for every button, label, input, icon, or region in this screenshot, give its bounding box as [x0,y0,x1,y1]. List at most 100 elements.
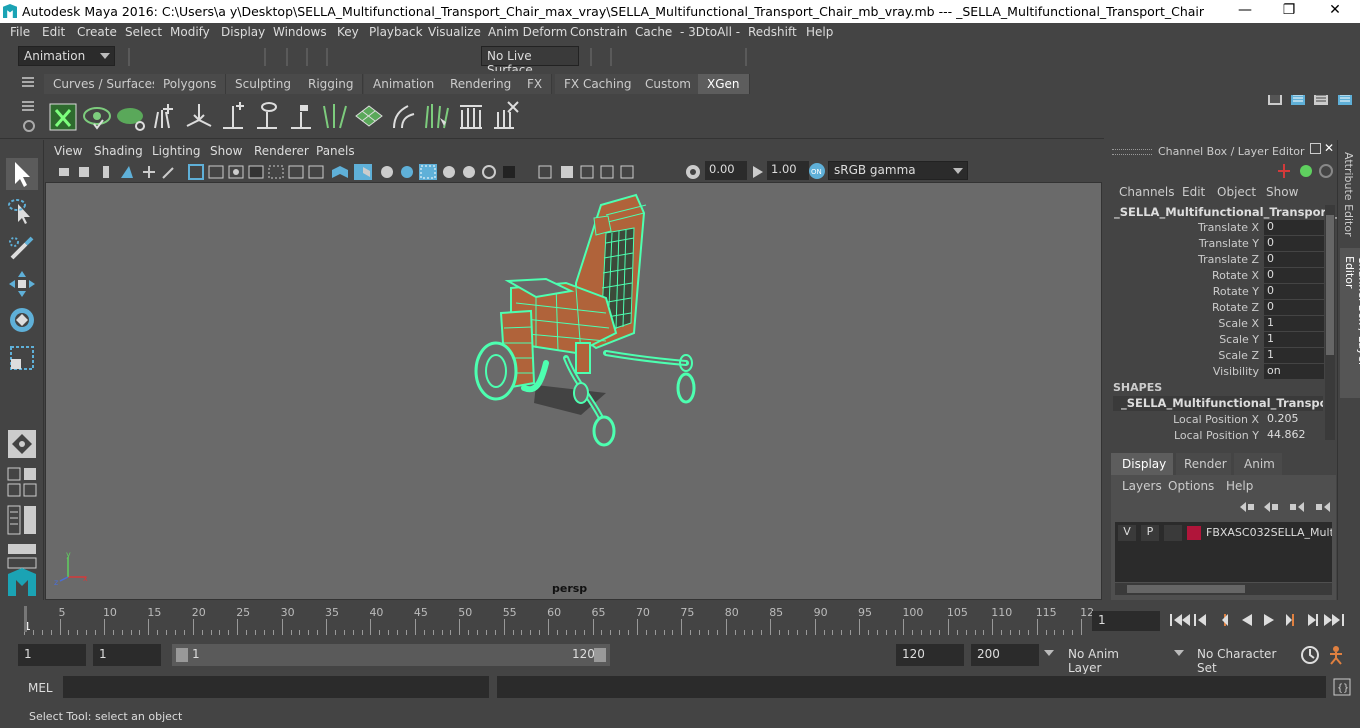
select-tool-icon[interactable] [6,158,38,190]
channel-value[interactable]: on [1264,364,1324,379]
command-input[interactable] [63,676,489,698]
shelf-tab-rigging[interactable]: Rigging [299,74,364,94]
layers-options-menu[interactable]: Options [1168,479,1214,493]
exposure-icon[interactable] [685,164,701,180]
channel-value[interactable]: 0 [1264,220,1324,235]
shelf-menu-icon[interactable] [22,77,34,79]
step-forward-icon[interactable] [1308,614,1318,626]
step-forward-key-icon[interactable] [1286,614,1294,626]
menu-anim-deform[interactable]: Anim Deform [488,25,567,39]
menu-redshift[interactable]: Redshift [748,25,797,39]
float-panel-icon[interactable] [1310,143,1321,154]
color-management-icon[interactable]: ON [808,162,826,180]
minimize-button[interactable]: — [1222,2,1268,18]
channel-row[interactable]: Rotate Y 0 [1110,284,1325,300]
color-space-dropdown[interactable]: sRGB gamma [828,161,968,180]
viewport-menu-lighting[interactable]: Lighting [152,144,201,158]
rotate-tool-icon[interactable] [6,304,38,336]
viewport-toolbar-display-icons[interactable] [441,164,721,180]
layers-menu[interactable]: Layers [1122,479,1162,493]
menu-cache[interactable]: Cache [635,25,672,39]
panel-grip[interactable] [1112,149,1152,155]
channel-row[interactable]: Scale Y 1 [1110,332,1325,348]
xgen-guides-fan-icon[interactable] [320,100,350,132]
lasso-tool-icon[interactable] [6,196,38,228]
gamma-field[interactable]: 1.00 [767,161,809,180]
channel-box-icons[interactable] [1278,162,1334,180]
layer-name[interactable]: FBXASC032SELLA_Multifu [1206,526,1332,539]
menu-display[interactable]: Display [221,25,265,39]
channel-value[interactable]: 0 [1264,284,1324,299]
outliner-layout-icon[interactable] [6,504,38,536]
viewport-menu-panels[interactable]: Panels [316,144,355,158]
xgen-place-guides-icon[interactable] [184,100,214,132]
anim-layer-dropdown[interactable]: No Anim Layer [1062,644,1162,675]
channels-object-menu[interactable]: Object [1217,185,1256,199]
playback-end-field[interactable]: 120 [896,644,964,666]
layer-playback-toggle[interactable]: P [1141,525,1159,541]
scene-start-field[interactable]: 1 [18,644,86,666]
shelf-tab-fx[interactable]: FX [518,74,553,94]
layer-color-swatch[interactable] [1187,526,1201,540]
exposure-field[interactable]: 0.00 [705,161,747,180]
display-layout-icon[interactable] [6,428,38,460]
shelf-tab-animation[interactable]: Animation [364,74,445,94]
channel-box-side-tab[interactable]: Channel Box / Layer Editor [1340,248,1360,398]
xgen-guide-visibility-icon[interactable] [252,100,282,132]
four-view-layout-icon[interactable] [6,466,38,498]
shape-channel-row[interactable]: Local Position Y 44.862 [1110,428,1325,444]
shelf-tab-fx-caching[interactable]: FX Caching [555,74,642,94]
channel-value[interactable]: 1 [1264,316,1324,331]
menu-constrain[interactable]: Constrain [570,25,628,39]
close-panel-icon[interactable]: ✕ [1324,141,1334,155]
menu-modify[interactable]: Modify [170,25,210,39]
layer-visibility-toggle[interactable]: V [1118,525,1136,541]
playback-start-field[interactable]: 1 [93,644,161,666]
channel-value[interactable]: 0 [1264,300,1324,315]
viewport-toolbar-icons[interactable] [57,164,437,180]
menu-select[interactable]: Select [125,25,162,39]
script-editor-icon[interactable]: {} [1333,678,1351,696]
layer-tab-anim[interactable]: Anim [1234,453,1282,475]
shape-channel-value[interactable]: 44.862 [1264,428,1324,443]
channels-show-menu[interactable]: Show [1266,185,1298,199]
scale-tool-icon[interactable] [6,342,38,374]
play-backward-icon[interactable] [1242,614,1252,626]
xgen-delete-guides-icon[interactable] [490,100,520,132]
move-tool-icon[interactable] [6,268,38,300]
command-language-label[interactable]: MEL [28,681,53,695]
layer-tab-render[interactable]: Render [1176,453,1231,475]
shelf-grip-icon[interactable] [22,101,34,103]
shelf-tab-rendering[interactable]: Rendering [441,74,522,94]
channel-row[interactable]: Rotate Z 0 [1110,300,1325,316]
channels-edit-menu[interactable]: Edit [1182,185,1205,199]
channel-row[interactable]: Visibility on [1110,364,1325,380]
channels-menu[interactable]: Channels [1119,185,1175,199]
menu-help[interactable]: Help [806,25,833,39]
paint-select-tool-icon[interactable] [6,232,38,264]
menu-key[interactable]: Key [337,25,359,39]
channel-object-name[interactable]: _SELLA_Multifunctional_Transport_Ch... [1114,205,1360,219]
shape-name[interactable]: _SELLA_Multifunctional_Transport_... [1113,396,1323,411]
xgen-groom-icon[interactable] [422,100,452,132]
viewport-menu-renderer[interactable]: Renderer [254,144,309,158]
character-set-dropdown[interactable]: No Character Set [1191,644,1291,675]
channel-box-scrollbar[interactable] [1325,205,1335,440]
go-to-end-icon[interactable] [1324,614,1344,626]
shelf-tab-xgen[interactable]: XGen [698,74,750,94]
gamma-icon[interactable] [750,164,766,180]
channel-value[interactable]: 0 [1264,268,1324,283]
xgen-guide-lock-icon[interactable] [286,100,316,132]
maximize-button[interactable]: ❐ [1266,2,1312,18]
attribute-editor-tab[interactable]: Attribute Editor [1342,152,1355,237]
channel-row[interactable]: Scale Z 1 [1110,348,1325,364]
go-to-start-icon[interactable] [1170,614,1190,626]
layer-hscrollbar[interactable] [1115,583,1332,595]
range-end-handle[interactable] [594,648,606,662]
menu-visualize[interactable]: Visualize [428,25,481,39]
menu-create[interactable]: Create [77,25,117,39]
xgen-add-guides-icon[interactable] [150,100,180,132]
xgen-description-icon[interactable] [116,100,146,132]
viewport-menu-show[interactable]: Show [210,144,242,158]
channel-row[interactable]: Translate Y 0 [1110,236,1325,252]
